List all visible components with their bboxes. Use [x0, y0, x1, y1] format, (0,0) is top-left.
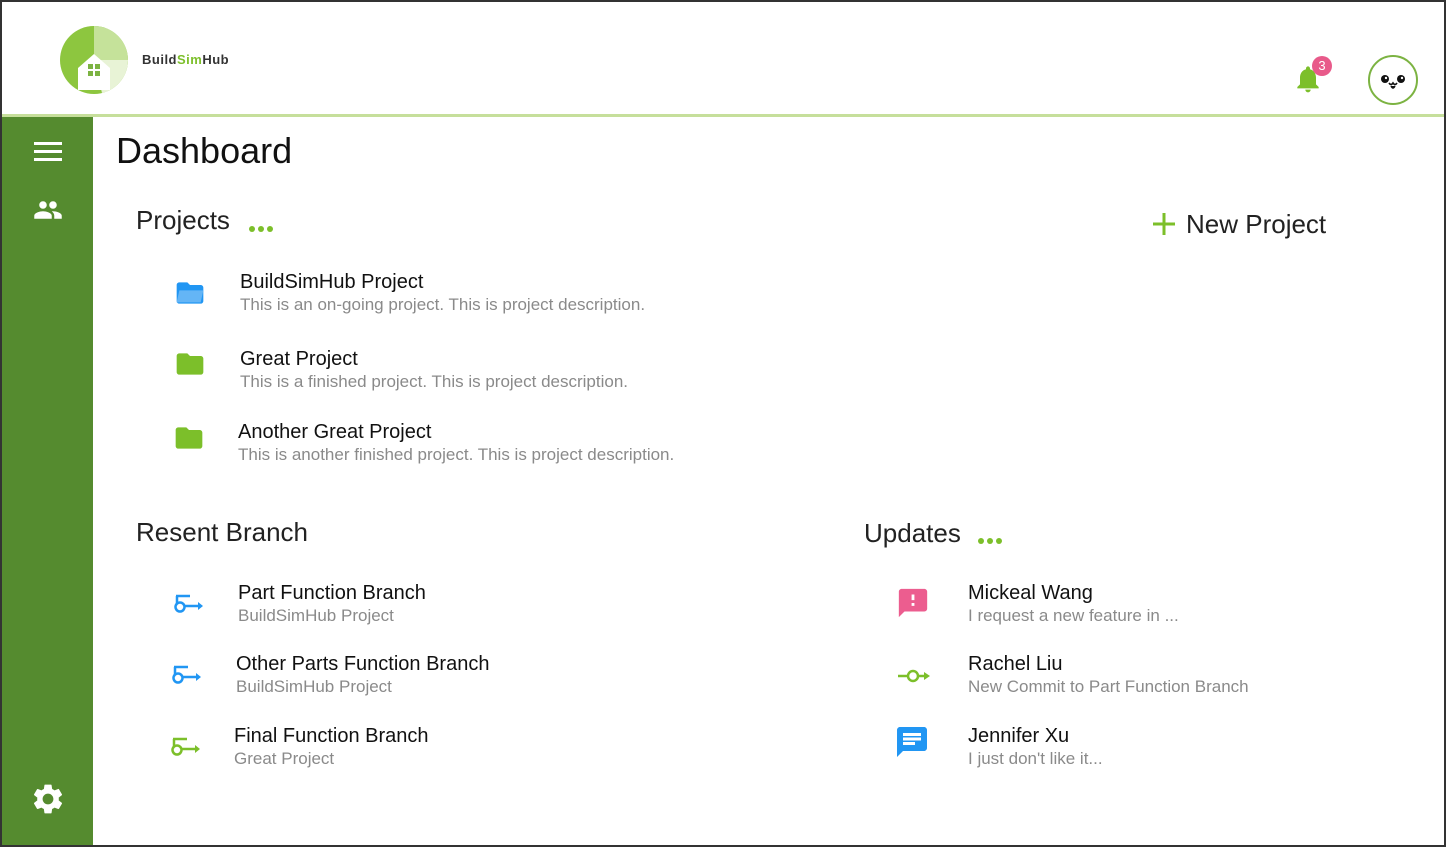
- branch-icon: [172, 665, 201, 684]
- update-item[interactable]: Rachel Liu New Commit to Part Function B…: [968, 652, 1249, 698]
- update-message: I request a new feature in ...: [968, 606, 1179, 625]
- branch-title[interactable]: Other Parts Function Branch: [236, 652, 489, 676]
- update-author[interactable]: Jennifer Xu: [968, 724, 1103, 748]
- top-header: BuildSimHub 3: [2, 2, 1444, 117]
- feedback-icon: [898, 588, 928, 618]
- update-item[interactable]: Mickeal Wang I request a new feature in …: [968, 581, 1179, 627]
- update-author[interactable]: Mickeal Wang: [968, 581, 1179, 605]
- menu-icon[interactable]: [32, 139, 64, 165]
- project-item[interactable]: Great Project This is a finished project…: [240, 347, 628, 393]
- people-icon[interactable]: [30, 195, 66, 225]
- left-sidebar: [2, 117, 93, 845]
- branch-title[interactable]: Final Function Branch: [234, 724, 429, 748]
- branch-icon: [171, 737, 200, 756]
- kawaii-face-icon: [1381, 75, 1405, 89]
- update-message: New Commit to Part Function Branch: [968, 677, 1249, 696]
- branch-title[interactable]: Part Function Branch: [238, 581, 426, 605]
- updates-more-icon[interactable]: [977, 536, 1005, 546]
- commit-icon: [898, 669, 930, 683]
- project-title[interactable]: BuildSimHub Project: [240, 270, 645, 294]
- branch-project: Great Project: [234, 749, 335, 768]
- folder-icon: [176, 353, 204, 375]
- branch-item[interactable]: Part Function Branch BuildSimHub Project: [238, 581, 426, 627]
- update-author[interactable]: Rachel Liu: [968, 652, 1249, 676]
- new-project-label: New Project: [1186, 208, 1327, 239]
- branch-item[interactable]: Other Parts Function Branch BuildSimHub …: [236, 652, 489, 698]
- comment-icon: [897, 727, 927, 757]
- project-description: This is an on-going project. This is pro…: [240, 295, 646, 314]
- branch-icon: [174, 594, 203, 613]
- branch-project: BuildSimHub Project: [236, 677, 392, 696]
- update-item[interactable]: Jennifer Xu I just don't like it...: [968, 724, 1103, 770]
- project-title[interactable]: Another Great Project: [238, 420, 674, 444]
- project-item[interactable]: Another Great Project This is another fi…: [238, 420, 674, 466]
- folder-icon: [175, 427, 203, 449]
- plus-icon: [1153, 213, 1175, 235]
- brand-name-accent: Sim: [177, 52, 203, 67]
- brand-name: BuildSimHub: [142, 52, 229, 67]
- update-message: I just don't like it...: [968, 749, 1103, 768]
- app-window: BuildSimHub 3 Dashboard Projects New Pro…: [0, 0, 1446, 847]
- gear-icon[interactable]: [30, 781, 66, 817]
- folder-open-icon: [176, 282, 204, 304]
- brand-name-prefix: Build: [142, 52, 177, 67]
- branches-section-title: Resent Branch: [136, 517, 308, 547]
- buildsimhub-logo[interactable]: [58, 24, 130, 96]
- project-title[interactable]: Great Project: [240, 347, 628, 371]
- user-avatar[interactable]: [1368, 55, 1418, 105]
- notification-badge: 3: [1312, 56, 1332, 76]
- projects-section-title: Projects: [136, 205, 230, 235]
- page-title: Dashboard: [116, 130, 293, 171]
- branch-project: BuildSimHub Project: [238, 606, 394, 625]
- project-item[interactable]: BuildSimHub Project This is an on-going …: [240, 270, 645, 316]
- projects-more-icon[interactable]: [248, 224, 276, 234]
- brand-name-suffix: Hub: [202, 52, 230, 67]
- new-project-button[interactable]: New Project: [1152, 206, 1326, 242]
- branch-item[interactable]: Final Function Branch Great Project: [234, 724, 429, 770]
- project-description: This is a finished project. This is proj…: [240, 372, 629, 391]
- updates-section-title: Updates: [864, 518, 961, 548]
- project-description: This is another finished project. This i…: [238, 445, 675, 464]
